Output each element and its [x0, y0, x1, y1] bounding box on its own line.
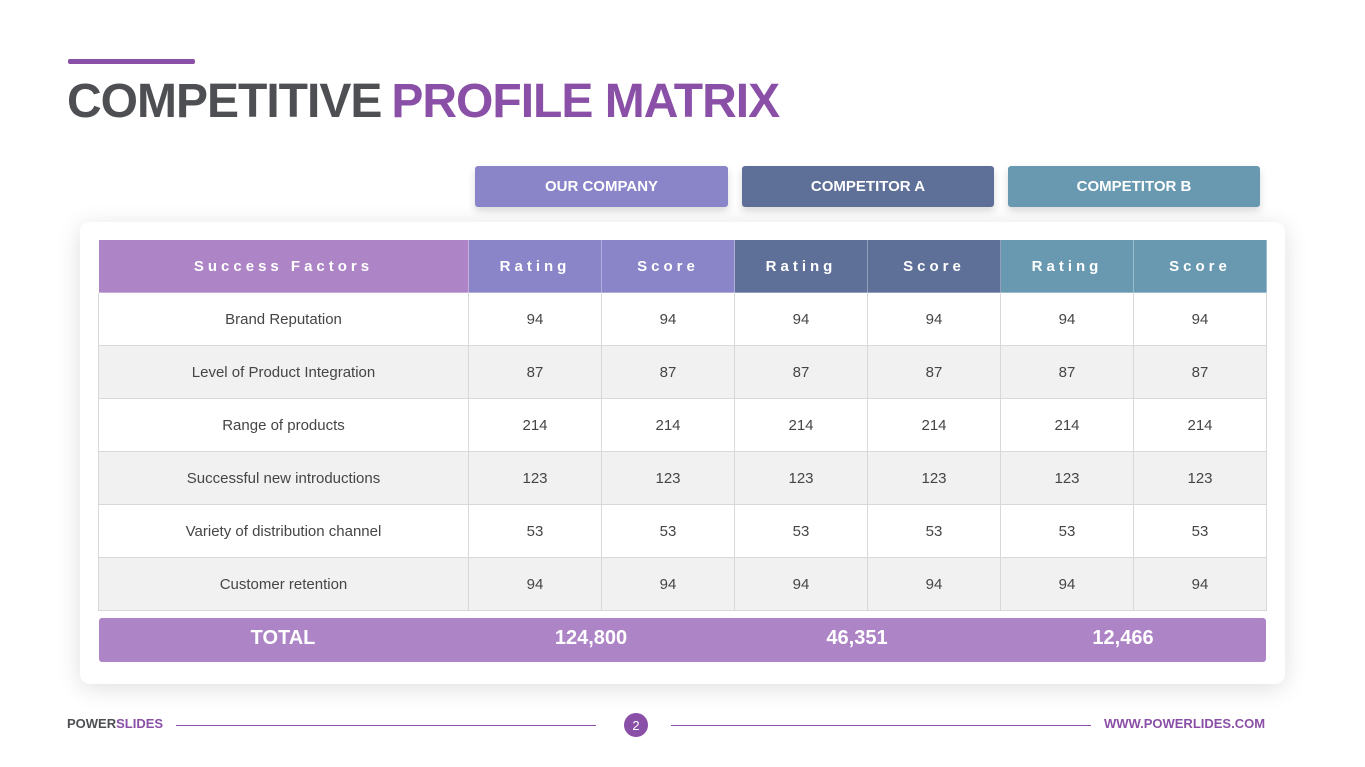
title-part-2: PROFILE MATRIX [391, 75, 780, 128]
total-our-company: 124,800 [554, 627, 628, 649]
value-cell: 87 [734, 345, 868, 399]
value-cell: 94 [1000, 292, 1134, 346]
page-title: COMPETITIVE PROFILE MATRIX [67, 72, 780, 132]
value-cell: 214 [734, 398, 868, 452]
value-cell: 87 [1133, 345, 1267, 399]
table-row: Range of products 214 214 214 214 214 21… [98, 398, 1267, 452]
value-cell: 123 [1000, 451, 1134, 505]
value-cell: 94 [601, 557, 735, 611]
value-cell: 94 [468, 557, 602, 611]
total-competitor-a: 46,351 [826, 627, 888, 649]
value-cell: 94 [867, 557, 1001, 611]
value-cell: 214 [867, 398, 1001, 452]
value-cell: 214 [601, 398, 735, 452]
value-cell: 94 [867, 292, 1001, 346]
value-cell: 123 [468, 451, 602, 505]
value-cell: 214 [1133, 398, 1267, 452]
value-cell: 87 [601, 345, 735, 399]
total-competitor-b: 12,466 [1092, 627, 1154, 649]
value-cell: 94 [601, 292, 735, 346]
value-cell: 53 [1133, 504, 1267, 558]
competitive-matrix-table: Success Factors Rating Score Rating Scor… [98, 239, 1267, 611]
footer-divider-left [176, 725, 596, 726]
brand-part-1: POWER [67, 716, 117, 731]
column-group-competitor-a: COMPETITOR A [742, 166, 994, 207]
footer-divider-right [671, 725, 1091, 726]
title-part-1: COMPETITIVE [67, 75, 382, 128]
column-group-our-company: OUR COMPANY [475, 166, 728, 207]
value-cell: 123 [867, 451, 1001, 505]
header-competitor-b-score: Score [1133, 239, 1267, 293]
value-cell: 53 [1000, 504, 1134, 558]
footer-url: WWW.POWERLIDES.COM [1104, 716, 1266, 731]
value-cell: 214 [1000, 398, 1134, 452]
factor-cell: Brand Reputation [98, 292, 469, 346]
factor-cell: Customer retention [98, 557, 469, 611]
header-competitor-a-score: Score [867, 239, 1001, 293]
value-cell: 94 [734, 557, 868, 611]
table-row: Successful new introductions 123 123 123… [98, 451, 1267, 505]
title-accent-bar [68, 59, 195, 64]
factor-cell: Successful new introductions [98, 451, 469, 505]
value-cell: 214 [468, 398, 602, 452]
factor-cell: Level of Product Integration [98, 345, 469, 399]
header-competitor-a-rating: Rating [734, 239, 868, 293]
header-competitor-b-rating: Rating [1000, 239, 1134, 293]
footer-brand-logo: POWERSLIDES [67, 716, 163, 731]
page-number-badge: 2 [624, 713, 648, 737]
total-label: TOTAL [250, 627, 316, 649]
table-row: Brand Reputation 94 94 94 94 94 94 [98, 292, 1267, 346]
header-our-company-score: Score [601, 239, 735, 293]
value-cell: 123 [734, 451, 868, 505]
header-our-company-rating: Rating [468, 239, 602, 293]
brand-part-2: SLIDES [116, 716, 164, 731]
totals-bar: TOTAL 124,800 46,351 12,466 [99, 618, 1266, 662]
value-cell: 87 [867, 345, 1001, 399]
table-row: Level of Product Integration 87 87 87 87… [98, 345, 1267, 399]
column-group-competitor-b: COMPETITOR B [1008, 166, 1260, 207]
value-cell: 53 [601, 504, 735, 558]
value-cell: 94 [468, 292, 602, 346]
value-cell: 94 [1133, 557, 1267, 611]
value-cell: 94 [734, 292, 868, 346]
value-cell: 87 [1000, 345, 1134, 399]
value-cell: 53 [468, 504, 602, 558]
value-cell: 53 [867, 504, 1001, 558]
value-cell: 53 [734, 504, 868, 558]
table-header-row: Success Factors Rating Score Rating Scor… [98, 239, 1267, 293]
factor-cell: Variety of distribution channel [98, 504, 469, 558]
table-row: Variety of distribution channel 53 53 53… [98, 504, 1267, 558]
value-cell: 94 [1133, 292, 1267, 346]
header-success-factors: Success Factors [98, 239, 469, 293]
value-cell: 123 [601, 451, 735, 505]
value-cell: 87 [468, 345, 602, 399]
value-cell: 94 [1000, 557, 1134, 611]
value-cell: 123 [1133, 451, 1267, 505]
factor-cell: Range of products [98, 398, 469, 452]
table-row: Customer retention 94 94 94 94 94 94 [98, 557, 1267, 611]
